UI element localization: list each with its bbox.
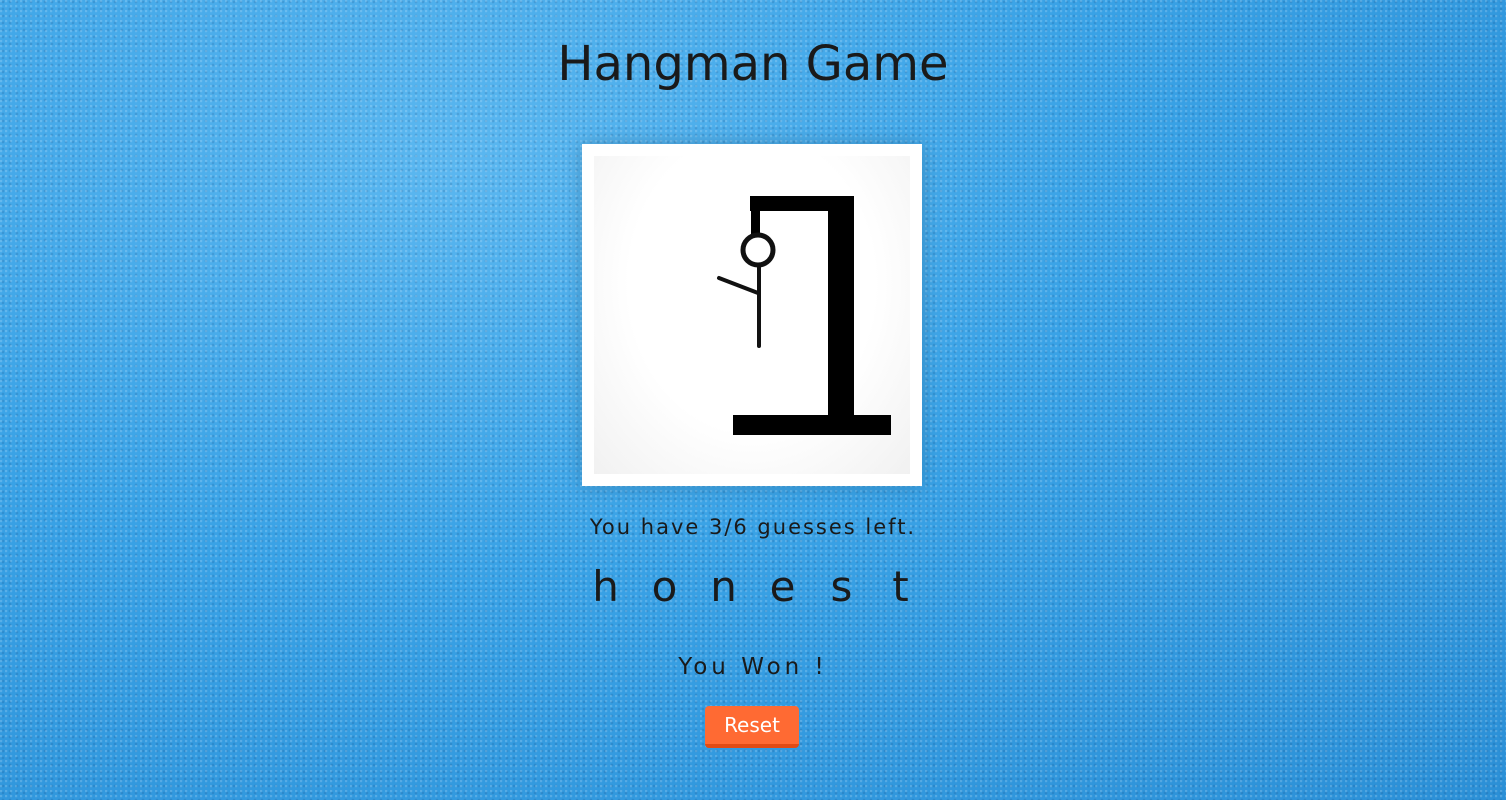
word-letter: h — [592, 562, 619, 611]
word-letter: e — [769, 562, 796, 611]
result-message: You Won ! — [678, 654, 828, 680]
hangman-drawing — [717, 196, 891, 435]
hangman-frame — [582, 144, 922, 486]
guesses-remaining: You have 3/6 guesses left. — [589, 515, 917, 539]
reset-button[interactable]: Reset — [705, 706, 799, 748]
hangman-head — [740, 232, 776, 268]
word-letter: n — [710, 562, 737, 611]
hangman-left-arm — [717, 276, 760, 295]
word-display: h o n e s t — [0, 562, 1506, 611]
word-letter: t — [892, 562, 909, 611]
gallows-beam — [750, 196, 842, 211]
hangman-canvas — [594, 156, 910, 474]
game-title: Hangman Game — [557, 36, 949, 92]
word-letter: s — [830, 562, 853, 611]
gallows-rope — [751, 196, 760, 236]
gallows-post — [828, 196, 854, 421]
word-letter: o — [651, 562, 678, 611]
gallows-base — [733, 415, 891, 435]
